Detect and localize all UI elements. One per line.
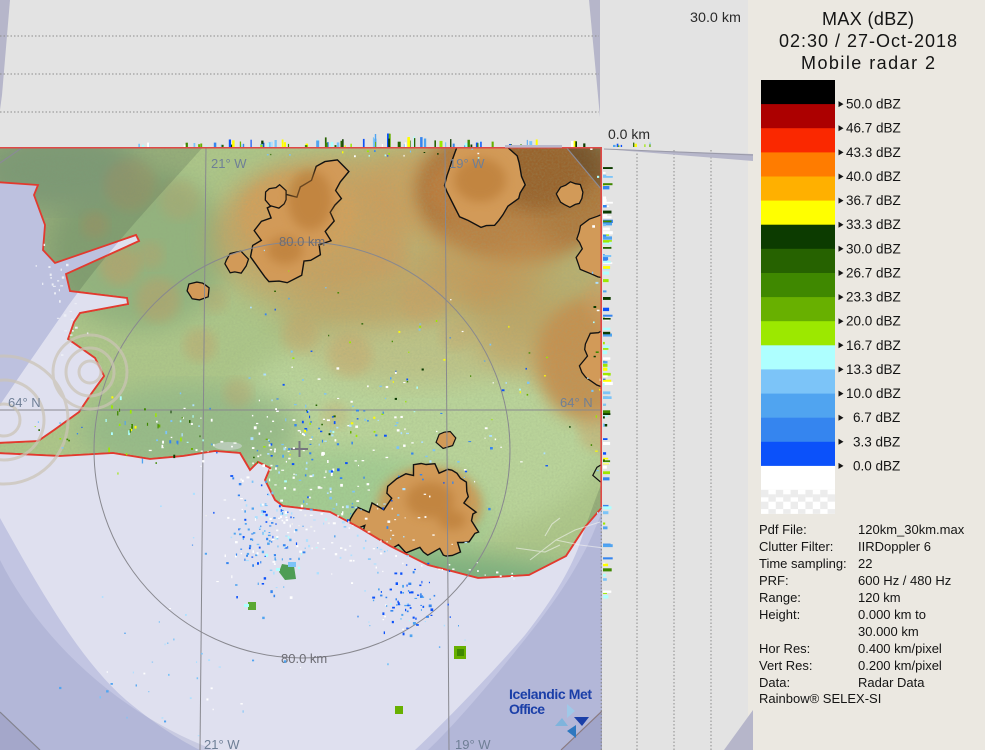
svg-text:Pdf File:: Pdf File: bbox=[759, 522, 807, 537]
svg-text:21° W: 21° W bbox=[211, 156, 247, 171]
svg-text:30.0 km: 30.0 km bbox=[690, 10, 741, 25]
svg-text:80.0 km: 80.0 km bbox=[279, 234, 325, 249]
svg-text:16.7 dBZ: 16.7 dBZ bbox=[846, 338, 901, 353]
svg-text:30.000 km: 30.000 km bbox=[858, 624, 919, 639]
svg-text:120km_30km.max: 120km_30km.max bbox=[858, 522, 965, 537]
svg-text:6.7 dBZ: 6.7 dBZ bbox=[853, 410, 900, 425]
svg-text:80.0 km: 80.0 km bbox=[281, 651, 327, 666]
svg-text:Radar Data: Radar Data bbox=[858, 675, 925, 690]
svg-text:Icelandic Met: Icelandic Met bbox=[509, 686, 592, 702]
svg-text:PRF:: PRF: bbox=[759, 573, 789, 588]
svg-text:0.0 km: 0.0 km bbox=[608, 127, 650, 142]
svg-text:Office: Office bbox=[509, 701, 545, 717]
svg-text:IIRDoppler 6: IIRDoppler 6 bbox=[858, 539, 931, 554]
svg-text:Time sampling:: Time sampling: bbox=[759, 556, 847, 571]
svg-text:36.7 dBZ: 36.7 dBZ bbox=[846, 193, 901, 208]
svg-text:40.0 dBZ: 40.0 dBZ bbox=[846, 169, 901, 184]
svg-text:3.3 dBZ: 3.3 dBZ bbox=[853, 434, 900, 449]
svg-text:23.3 dBZ: 23.3 dBZ bbox=[846, 290, 901, 305]
svg-text:0.400 km/pixel: 0.400 km/pixel bbox=[858, 641, 942, 656]
svg-text:MAX (dBZ): MAX (dBZ) bbox=[822, 9, 914, 29]
svg-text:64° N: 64° N bbox=[560, 395, 593, 410]
svg-text:64° N: 64° N bbox=[8, 395, 41, 410]
svg-text:0.200 km/pixel: 0.200 km/pixel bbox=[858, 658, 942, 673]
svg-text:50.0 dBZ: 50.0 dBZ bbox=[846, 97, 901, 112]
svg-text:19° W: 19° W bbox=[449, 156, 485, 171]
svg-text:13.3 dBZ: 13.3 dBZ bbox=[846, 362, 901, 377]
svg-text:21° W: 21° W bbox=[204, 737, 240, 750]
svg-text:Data:: Data: bbox=[759, 675, 790, 690]
svg-text:33.3 dBZ: 33.3 dBZ bbox=[846, 217, 901, 232]
svg-text:19° W: 19° W bbox=[455, 737, 491, 750]
svg-text:10.0 dBZ: 10.0 dBZ bbox=[846, 386, 901, 401]
svg-text:0.0 dBZ: 0.0 dBZ bbox=[853, 458, 900, 473]
svg-text:600 Hz / 480 Hz: 600 Hz / 480 Hz bbox=[858, 573, 951, 588]
svg-text:02:30 / 27-Oct-2018: 02:30 / 27-Oct-2018 bbox=[779, 31, 957, 51]
svg-text:0.000 km to: 0.000 km to bbox=[858, 607, 926, 622]
svg-text:Range:: Range: bbox=[759, 590, 801, 605]
svg-text:Hor Res:: Hor Res: bbox=[759, 641, 810, 656]
svg-text:Clutter Filter:: Clutter Filter: bbox=[759, 539, 833, 554]
svg-text:46.7 dBZ: 46.7 dBZ bbox=[846, 121, 901, 136]
svg-text:22: 22 bbox=[858, 556, 872, 571]
svg-text:30.0 dBZ: 30.0 dBZ bbox=[846, 241, 901, 256]
svg-text:120 km: 120 km bbox=[858, 590, 901, 605]
svg-text:Vert Res:: Vert Res: bbox=[759, 658, 812, 673]
svg-text:26.7 dBZ: 26.7 dBZ bbox=[846, 266, 901, 281]
svg-text:20.0 dBZ: 20.0 dBZ bbox=[846, 314, 901, 329]
svg-text:Rainbow® SELEX-SI: Rainbow® SELEX-SI bbox=[759, 691, 881, 706]
svg-text:43.3 dBZ: 43.3 dBZ bbox=[846, 145, 901, 160]
svg-text:Height:: Height: bbox=[759, 607, 800, 622]
